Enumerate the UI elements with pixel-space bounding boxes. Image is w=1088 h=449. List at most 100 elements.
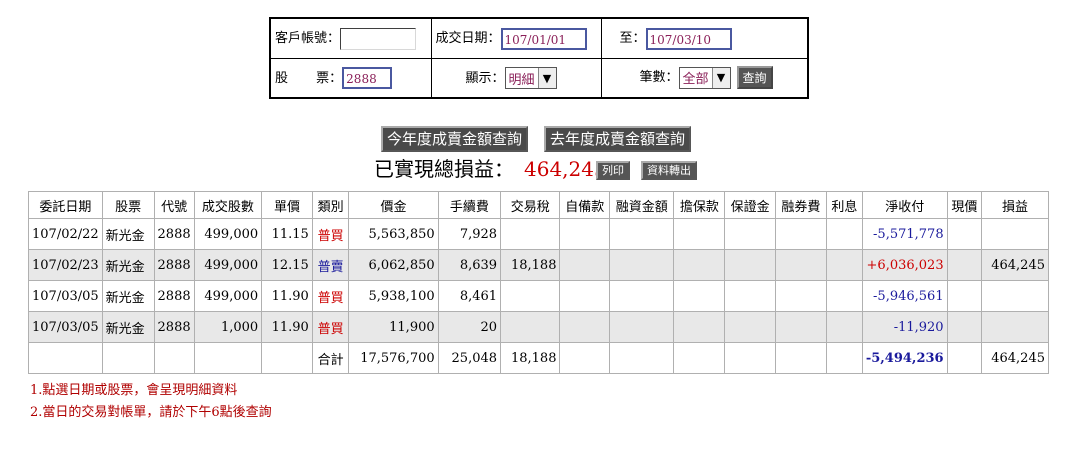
cell-15: +6,036,023	[861, 249, 948, 281]
column-header: 融資金額	[609, 191, 675, 219]
cell-2: 2888	[153, 280, 195, 312]
table-row[interactable]: 107/03/05 新光金 2888 1,000 11.90 普買 11,900 20 -11,…	[28, 311, 1049, 343]
table-row[interactable]: 107/02/23 新光金 2888 499,000 12.15 普賣 6,062,850 8…	[28, 249, 1049, 281]
cell-8: 18,188	[500, 249, 561, 281]
cell-8	[500, 218, 561, 250]
table-row[interactable]: 107/02/22 新光金 2888 499,000 11.15 普買 5,563,850 7…	[28, 218, 1049, 250]
cell-13	[774, 218, 827, 250]
cell-9	[559, 218, 611, 250]
query-form: 客戶帳號： 成交日期： 107/01/01 至： 107/03/10 股 票： 288…	[269, 17, 809, 99]
cell-4: 11.90	[261, 311, 313, 343]
cell-13	[774, 249, 827, 281]
total-label: 合計	[311, 342, 350, 374]
cell-2: 2888	[153, 249, 195, 281]
note-line: 1.點選日期或股票，會呈現明細資料	[30, 383, 238, 398]
date-to-cell: 至： 107/03/10	[600, 17, 809, 59]
display-label: 顯示：	[465, 70, 505, 86]
cell-11	[673, 280, 726, 312]
cell-1[interactable]: 新光金	[101, 249, 155, 281]
export-button[interactable]: 資料轉出	[641, 161, 697, 180]
print-button[interactable]: 列印	[596, 161, 630, 180]
cell-12	[724, 280, 776, 312]
cell-8	[500, 311, 561, 343]
trade-date-label: 成交日期：	[435, 31, 501, 46]
cell-6: 6,062,850	[348, 249, 439, 281]
cell-1[interactable]: 新光金	[101, 280, 155, 312]
column-header: 交易稅	[500, 191, 561, 219]
cell-0[interactable]: 107/03/05	[28, 280, 103, 312]
realized-pnl-summary: 已實現總損益： 464,245	[374, 156, 607, 182]
column-header: 自備款	[559, 191, 611, 219]
cell-6: 11,900	[348, 311, 439, 343]
cell-2: 2888	[153, 218, 195, 250]
cell-6: 5,563,850	[348, 218, 439, 250]
cell-3: 1,000	[193, 311, 263, 343]
cell-16	[946, 311, 983, 343]
cell-17	[981, 218, 1049, 250]
cell-14	[825, 249, 863, 281]
stock-label-a: 股	[275, 70, 289, 86]
cell-9	[559, 280, 611, 312]
cell-11	[673, 311, 726, 343]
cell-3: 499,000	[193, 249, 263, 281]
cell-15: -5,571,778	[861, 218, 948, 250]
cell-11	[673, 249, 726, 281]
cell-17	[981, 311, 1049, 343]
cell-5: 普買	[311, 311, 350, 343]
cell-11	[673, 218, 726, 250]
cell-4: 11.90	[261, 280, 313, 312]
column-header: 利息	[825, 191, 863, 219]
column-header: 手續費	[437, 191, 502, 219]
cell-5: 普買	[311, 218, 350, 250]
realized-pnl-value: 464,245	[524, 157, 607, 181]
cell-17: 464,245	[981, 249, 1049, 281]
cell-7: 7,928	[437, 218, 502, 250]
display-select[interactable]: 明細 ▼	[504, 67, 557, 89]
column-header: 淨收付	[861, 191, 948, 219]
cell-14	[825, 311, 863, 343]
date-from-input[interactable]: 107/01/01	[500, 27, 587, 50]
cell-7: 8,461	[437, 280, 502, 312]
cell-16	[946, 280, 983, 312]
date-to-input[interactable]: 107/03/10	[645, 27, 732, 50]
cell-1[interactable]: 新光金	[101, 311, 155, 343]
table-header-row: 委託日期 股票 代號 成交股數 單價 類別 價金 手續費 交易稅 自備款 融資金…	[28, 191, 1049, 219]
last-year-sales-button[interactable]: 去年度成賣金額查詢	[544, 126, 692, 152]
this-year-sales-button[interactable]: 今年度成賣金額查詢	[381, 126, 529, 152]
total-row: 合計 17,576,700 25,048 18,188 -5,494,236 4…	[28, 342, 1049, 374]
total-amount: 17,576,700	[348, 342, 439, 374]
stock-input[interactable]: 2888	[342, 67, 393, 89]
cell-3: 499,000	[193, 280, 263, 312]
cell-13	[774, 280, 827, 312]
cell-15: -11,920	[861, 311, 948, 343]
total-tax: 18,188	[500, 342, 561, 374]
cell-10	[609, 249, 675, 281]
column-header: 價金	[348, 191, 439, 219]
cell-4: 11.15	[261, 218, 313, 250]
cell-1[interactable]: 新光金	[101, 218, 155, 250]
trade-date-cell: 成交日期： 107/01/01	[430, 17, 602, 59]
column-header: 損益	[981, 191, 1049, 219]
cell-9	[559, 311, 611, 343]
cell-0[interactable]: 107/02/22	[28, 218, 103, 250]
cell-0[interactable]: 107/02/23	[28, 249, 103, 281]
query-button[interactable]: 查詢	[736, 66, 773, 90]
column-header: 融券費	[774, 191, 827, 219]
column-header: 委託日期	[28, 191, 103, 219]
total-fee: 25,048	[437, 342, 502, 374]
cell-5: 普買	[311, 280, 350, 312]
cell-7: 20	[437, 311, 502, 343]
cell-12	[724, 218, 776, 250]
count-select[interactable]: 全部 ▼	[678, 66, 731, 89]
stock-cell: 股 票： 2888	[269, 57, 432, 99]
total-pnl: 464,245	[981, 342, 1049, 374]
account-input[interactable]	[340, 27, 417, 50]
cell-5: 普賣	[311, 249, 350, 281]
cell-12	[724, 311, 776, 343]
column-header: 股票	[101, 191, 155, 219]
trade-table: 委託日期 股票 代號 成交股數 單價 類別 價金 手續費 交易稅 自備款 融資金…	[28, 191, 1049, 374]
column-header: 保證金	[724, 191, 776, 219]
table-row[interactable]: 107/03/05 新光金 2888 499,000 11.90 普買 5,938,100 8…	[28, 280, 1049, 312]
cell-13	[774, 311, 827, 343]
cell-0[interactable]: 107/03/05	[28, 311, 103, 343]
